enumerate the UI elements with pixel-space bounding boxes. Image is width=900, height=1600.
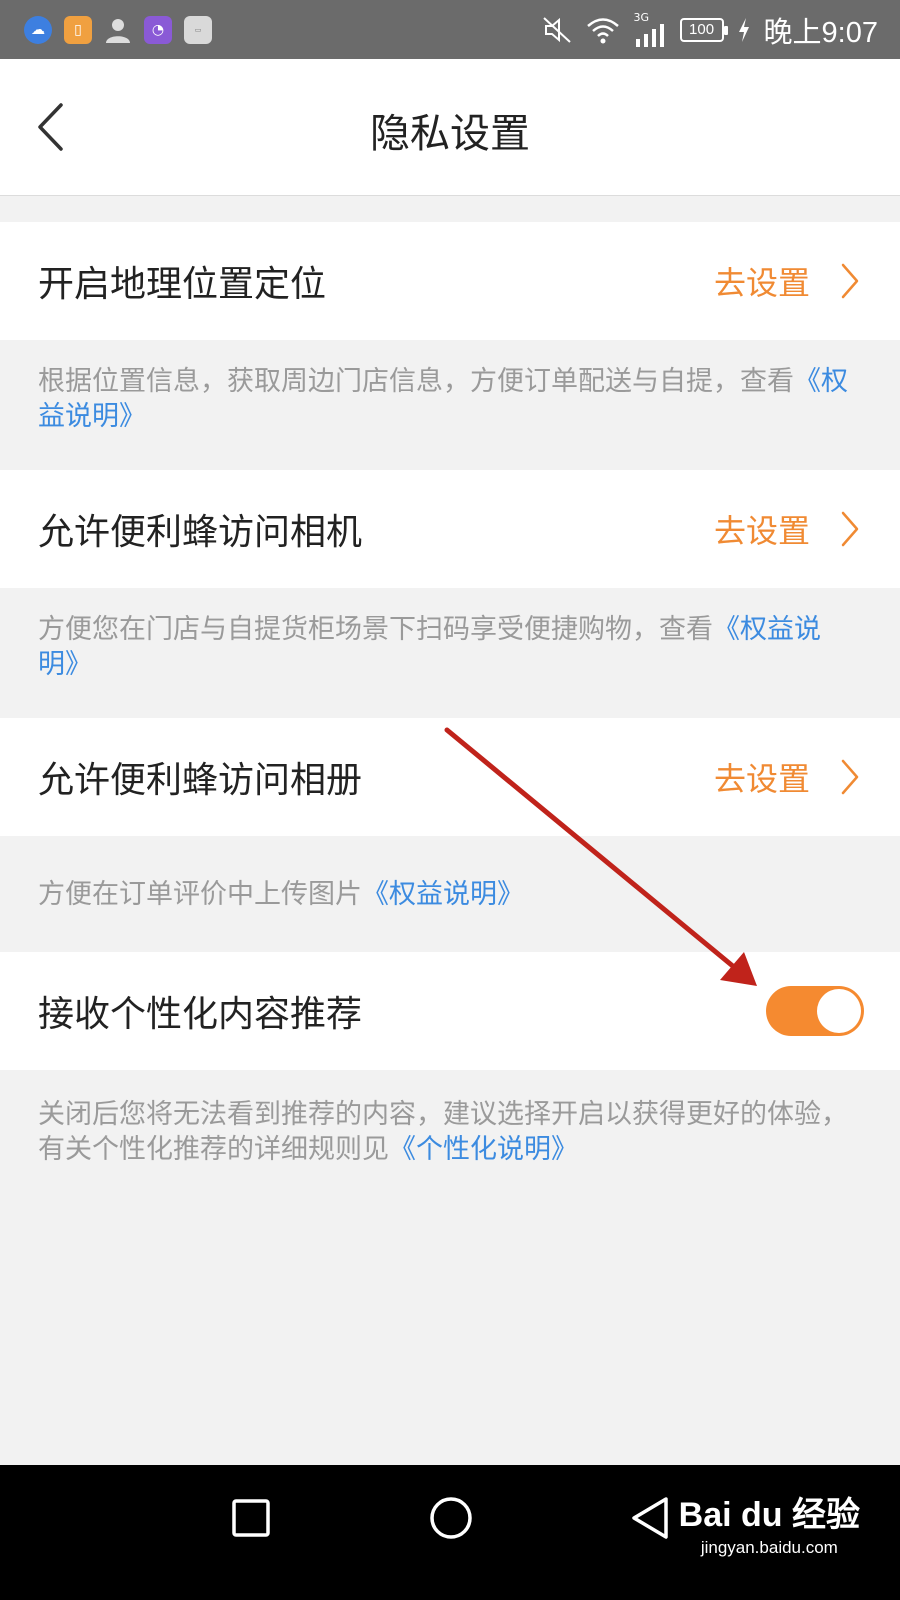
charging-icon	[738, 17, 750, 42]
battery-level: 100	[689, 21, 715, 38]
purple-app-icon: ◔	[144, 15, 172, 44]
baidu-jingyan-watermark: Bai du 经验 jingyan.baidu.com	[679, 1487, 860, 1558]
weather-app-icon: ☁	[24, 15, 52, 44]
personalization-link[interactable]: 《个性化说明》	[389, 1134, 578, 1165]
orange-app-icon: ▯	[64, 15, 92, 44]
nav-bar: Bai du 经验 jingyan.baidu.com	[0, 1465, 900, 1600]
setting-album-action[interactable]: 去设置	[714, 754, 860, 800]
home-button[interactable]	[428, 1495, 474, 1541]
rights-link-album[interactable]: 《权益说明》	[362, 879, 524, 910]
battery-icon: 100	[679, 17, 728, 42]
setting-personalized: 接收个性化内容推荐	[0, 952, 900, 1070]
go-setting-camera[interactable]: 去设置	[714, 506, 810, 552]
setting-camera[interactable]: 允许便利蜂访问相机 去设置	[0, 470, 900, 588]
setting-location-label: 开启地理位置定位	[38, 264, 327, 305]
notification-icons: ☁ ▯ ◔ ▭	[24, 15, 212, 44]
huawei-app-icon: ▭	[184, 15, 212, 44]
setting-album-label: 允许便利蜂访问相册	[38, 760, 363, 801]
clock: 晚上9:07	[763, 16, 878, 49]
setting-personalized-description: 关闭后您将无法看到推荐的内容，建议选择开启以获得更好的体验，有关个性化推荐的详细…	[38, 1099, 848, 1165]
setting-camera-action[interactable]: 去设置	[714, 506, 860, 552]
user-app-icon	[104, 16, 132, 44]
chevron-right-icon	[841, 759, 859, 795]
go-setting-album[interactable]: 去设置	[714, 754, 810, 800]
setting-personalized-label: 接收个性化内容推荐	[38, 994, 363, 1035]
header: 隐私设置	[0, 59, 900, 196]
back-nav-button[interactable]	[628, 1495, 672, 1541]
setting-album[interactable]: 允许便利蜂访问相册 去设置	[0, 718, 900, 836]
mute-icon	[542, 16, 572, 44]
signal-icon: 3G	[634, 12, 666, 47]
setting-location[interactable]: 开启地理位置定位 去设置	[0, 222, 900, 340]
personalized-toggle[interactable]	[766, 986, 864, 1036]
go-setting-location[interactable]: 去设置	[714, 258, 810, 304]
toggle-knob	[817, 989, 861, 1033]
watermark-logo: Bai du 经验	[678, 1496, 860, 1534]
setting-camera-label: 允许便利蜂访问相机	[38, 512, 363, 553]
chevron-right-icon	[841, 263, 859, 299]
setting-location-action[interactable]: 去设置	[714, 258, 860, 304]
setting-location-description: 根据位置信息，获取周边门店信息，方便订单配送与自提，查看《权益说明》	[38, 366, 848, 432]
page-title: 隐私设置	[370, 111, 530, 157]
chevron-right-icon	[841, 511, 859, 547]
system-status: 3G 100 晚上9:07	[542, 9, 878, 51]
wifi-icon	[586, 16, 620, 44]
watermark-url: jingyan.baidu.com	[700, 1538, 838, 1557]
setting-camera-description: 方便您在门店与自提货柜场景下扫码享受便捷购物，查看《权益说明》	[38, 614, 821, 680]
status-bar: ☁ ▯ ◔ ▭ 3G 100 晚上9:07	[0, 0, 900, 59]
setting-album-description: 方便在订单评价中上传图片《权益说明》	[38, 879, 524, 910]
recent-apps-button[interactable]	[230, 1495, 274, 1539]
